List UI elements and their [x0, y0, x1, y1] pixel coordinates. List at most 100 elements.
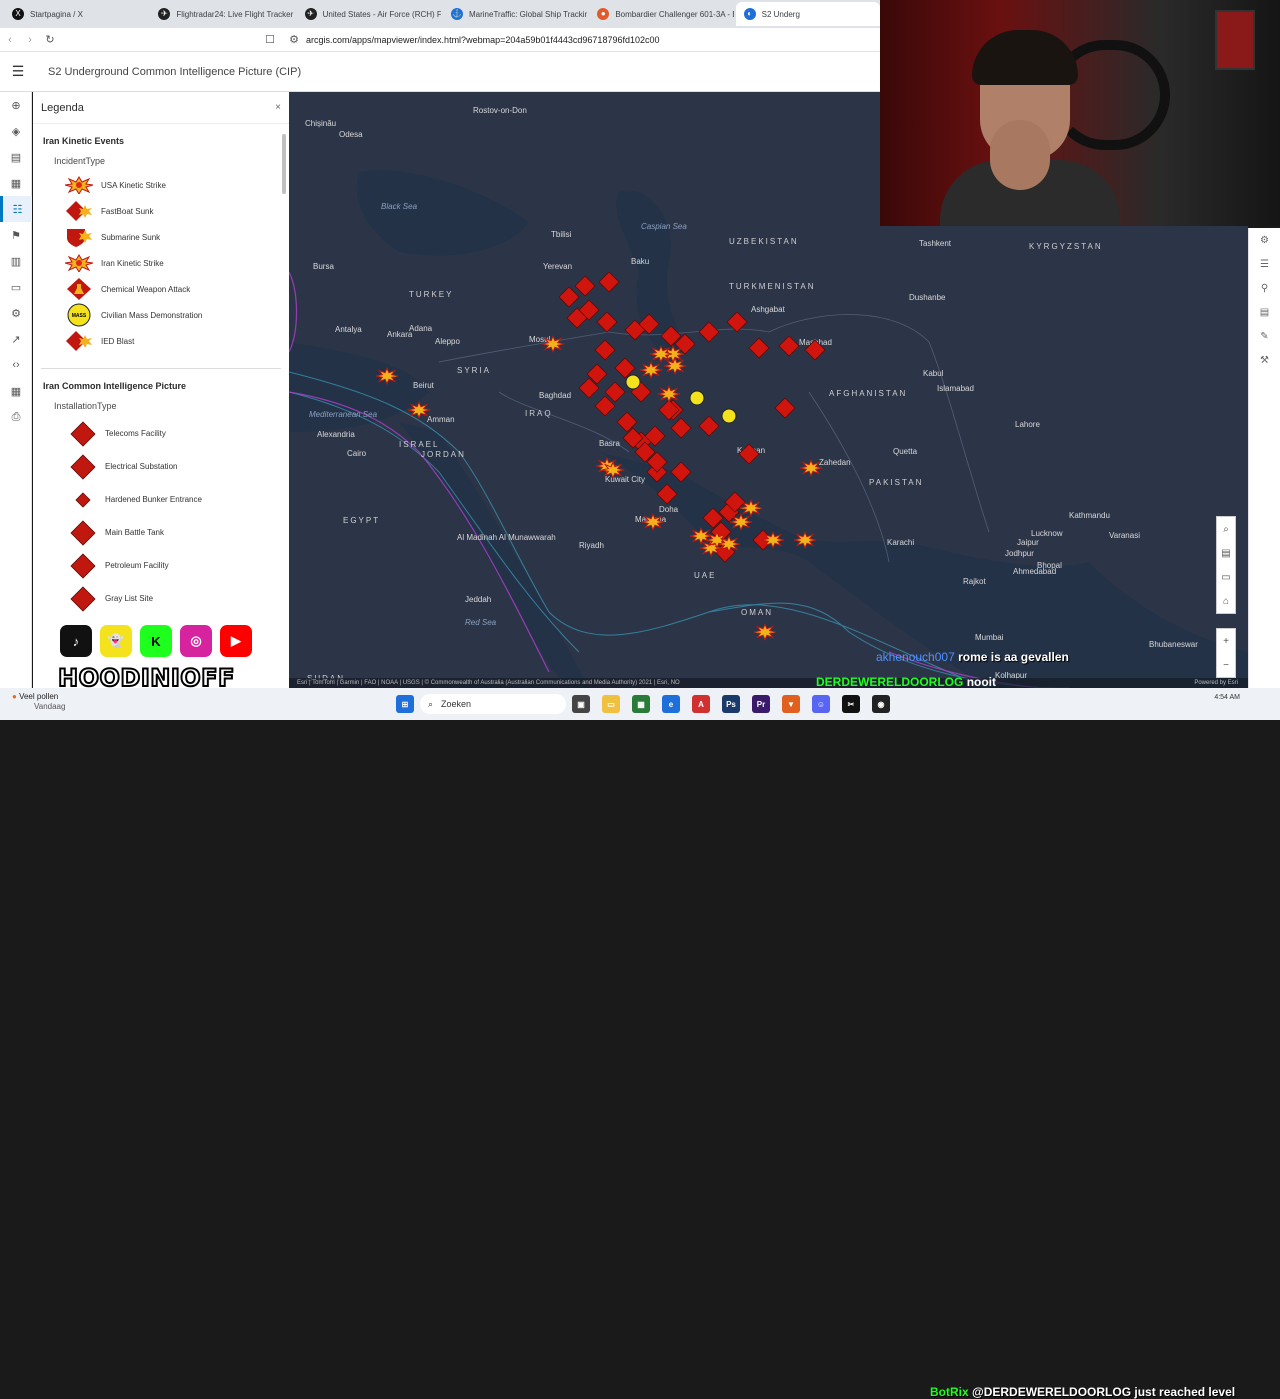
installation-marker[interactable]: [670, 461, 692, 483]
acrobat-icon[interactable]: A: [692, 695, 710, 713]
layers-icon[interactable]: ◈: [0, 118, 32, 144]
site-info-icon[interactable]: ⚙: [284, 33, 304, 46]
ticker2-user: BotRix: [930, 1385, 969, 1399]
installation-marker[interactable]: [738, 443, 760, 465]
grid-icon[interactable]: ▦: [0, 378, 32, 404]
installation-marker[interactable]: [748, 337, 770, 359]
settings-icon[interactable]: ⚙: [0, 300, 32, 326]
back-icon[interactable]: ‹: [0, 34, 20, 46]
obs-icon[interactable]: ◉: [872, 695, 890, 713]
embed-icon[interactable]: ‹›: [0, 352, 32, 378]
installation-marker[interactable]: [698, 415, 720, 437]
add-icon[interactable]: ⊕: [0, 92, 32, 118]
discord-icon[interactable]: ☺: [812, 695, 830, 713]
installation-marker[interactable]: [774, 397, 796, 419]
kinetic-strike-marker[interactable]: [649, 345, 673, 363]
capcut-icon[interactable]: ✂: [842, 695, 860, 713]
installation-marker[interactable]: [670, 417, 692, 439]
browser-tab[interactable]: ✈ United States - Air Force (RCH) Fleet: [297, 2, 441, 26]
legend-item-label: Hardened Bunker Entrance: [105, 495, 202, 504]
nuclear-site-marker[interactable]: [625, 374, 641, 390]
installation-marker[interactable]: [726, 311, 748, 333]
kinetic-strike-marker[interactable]: [601, 461, 625, 479]
windows-start-icon[interactable]: ⊞: [396, 695, 414, 713]
kinetic-strike-marker[interactable]: [641, 513, 665, 531]
effects-icon[interactable]: ▤: [1249, 300, 1280, 324]
kinetic-strike-marker[interactable]: [541, 335, 565, 353]
browser-tab[interactable]: X Startpagina / X: [4, 2, 148, 26]
legend-icon[interactable]: ☷: [0, 196, 32, 222]
task-view-icon[interactable]: ▣: [572, 695, 590, 713]
bookmarks-icon[interactable]: ⚑: [0, 222, 32, 248]
system-clock[interactable]: 4:54 AM: [1214, 693, 1240, 703]
search-placeholder: Zoeken: [441, 699, 472, 709]
pop-ups-icon[interactable]: ✎: [1249, 324, 1280, 348]
browser-tab[interactable]: ✈ Flightradar24: Live Flight Tracker - R: [150, 2, 295, 26]
kinetic-strike-marker[interactable]: [375, 367, 399, 385]
layer-list-icon[interactable]: ▤: [1217, 541, 1235, 565]
basemap-icon[interactable]: ▦: [0, 170, 32, 196]
installation-marker[interactable]: [596, 311, 618, 333]
file-explorer-icon[interactable]: ▭: [602, 695, 620, 713]
kinetic-strike-marker[interactable]: [407, 401, 431, 419]
svg-text:MASS: MASS: [72, 313, 87, 319]
installation-marker[interactable]: [558, 286, 580, 308]
home-icon[interactable]: ⌂: [1217, 589, 1235, 613]
kinetic-strike-marker[interactable]: [739, 499, 763, 517]
forward-icon[interactable]: ›: [20, 34, 40, 46]
folder-icon[interactable]: ▭: [0, 274, 32, 300]
kinetic-strike-marker[interactable]: [799, 459, 823, 477]
configure-icon[interactable]: ⚒: [1249, 348, 1280, 372]
kinetic-strike-marker[interactable]: [717, 535, 741, 553]
tab-favicon-icon: ⚓: [450, 8, 463, 20]
kinetic-strike-marker[interactable]: [639, 361, 663, 379]
search-icon[interactable]: ⌕: [1217, 517, 1235, 541]
browser-tab[interactable]: ● Bombardier Challenger 601-3A - Bra: [589, 2, 734, 26]
screen-icon[interactable]: ▭: [1217, 565, 1235, 589]
installation-marker[interactable]: [698, 321, 720, 343]
installation-marker[interactable]: [574, 275, 596, 297]
browser-tab[interactable]: ⚓ MarineTraffic: Global Ship Tracking In: [443, 2, 587, 26]
starburst-icon: [63, 252, 95, 274]
kinetic-strike-marker[interactable]: [729, 513, 753, 531]
zoom-in-button[interactable]: +: [1217, 629, 1235, 653]
legend-divider: [41, 368, 281, 369]
brave-icon[interactable]: ▼: [782, 695, 800, 713]
taskbar-search[interactable]: ⌕ Zoeken: [420, 694, 566, 714]
close-icon[interactable]: ×: [275, 102, 281, 113]
legend-scrollbar[interactable]: [282, 134, 286, 194]
zoom-out-button[interactable]: −: [1217, 653, 1235, 677]
kinetic-strike-marker[interactable]: [689, 527, 713, 545]
kinetic-strike-marker[interactable]: [793, 531, 817, 549]
url-text[interactable]: arcgis.com/apps/mapviewer/index.html?web…: [306, 35, 660, 45]
installation-marker[interactable]: [778, 335, 800, 357]
styles-icon[interactable]: ☰: [1249, 252, 1280, 276]
filter-icon[interactable]: ⚲: [1249, 276, 1280, 300]
nuclear-site-marker[interactable]: [689, 390, 705, 406]
edge-icon[interactable]: e: [662, 695, 680, 713]
kinetic-strike-marker[interactable]: [657, 385, 681, 403]
kinetic-strike-marker[interactable]: [753, 623, 777, 641]
charts-icon[interactable]: ▥: [0, 248, 32, 274]
photoshop-icon[interactable]: Ps: [722, 695, 740, 713]
app-header: ☰ S2 Underground Common Intelligence Pic…: [0, 52, 880, 92]
properties-icon[interactable]: ⚙: [1249, 228, 1280, 252]
bookmark-icon[interactable]: ☐: [260, 33, 280, 46]
weather-widget[interactable]: ● Veel pollen Vandaag: [12, 692, 65, 712]
kinetic-strike-marker[interactable]: [663, 357, 687, 375]
store-icon[interactable]: ▦: [632, 695, 650, 713]
installation-marker[interactable]: [804, 339, 826, 361]
ticker-user: DERDEWERELDOORLOG: [816, 675, 964, 689]
nuclear-site-marker[interactable]: [721, 408, 737, 424]
premiere-icon[interactable]: Pr: [752, 695, 770, 713]
table-icon[interactable]: ▤: [0, 144, 32, 170]
installation-marker[interactable]: [656, 483, 678, 505]
kinetic-strike-marker[interactable]: [761, 531, 785, 549]
menu-icon[interactable]: ☰: [0, 63, 36, 80]
browser-tab[interactable]: ◐ S2 Underg: [735, 2, 880, 26]
installation-marker[interactable]: [594, 339, 616, 361]
share-icon[interactable]: ↗: [0, 326, 32, 352]
print-icon[interactable]: ⎙: [0, 404, 32, 430]
reload-icon[interactable]: ↻: [40, 33, 60, 46]
installation-marker[interactable]: [598, 271, 620, 293]
